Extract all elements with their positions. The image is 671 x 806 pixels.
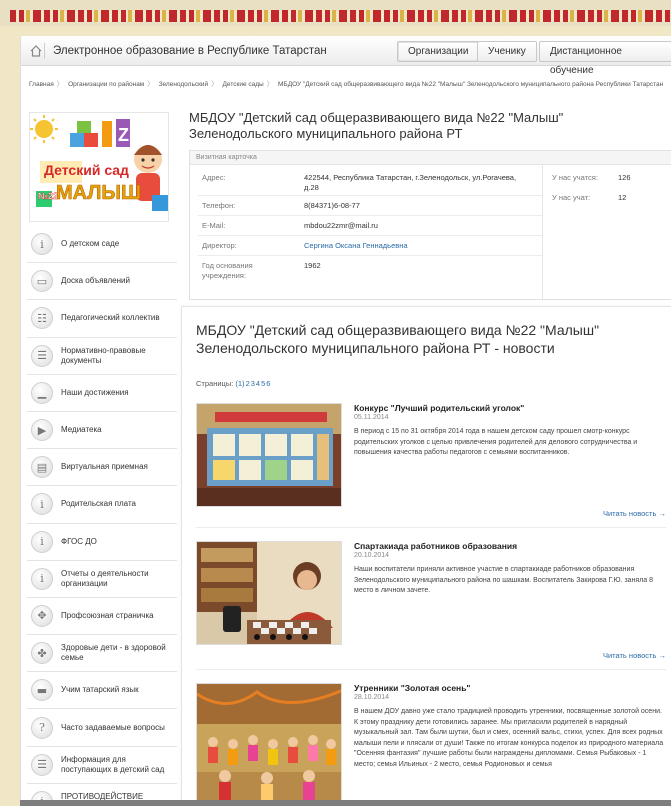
page-5[interactable]: 5 (261, 379, 265, 388)
question-icon: ? (31, 716, 53, 739)
news-section: МБДОУ "Детский сад общеразвивающего вида… (181, 306, 671, 806)
book-icon: ▬ (31, 679, 53, 702)
news-photo[interactable] (196, 541, 342, 645)
breadcrumb-by-district[interactable]: Организации по районам (68, 81, 144, 88)
page-1[interactable]: (1) (235, 379, 244, 388)
teachers-label: У нас учат: (552, 193, 591, 202)
founded-value: 1962 (304, 261, 321, 270)
news-item: Конкурс "Лучший родительский уголок" 05.… (196, 403, 666, 533)
home-icon[interactable] (29, 43, 45, 59)
sidebar-item-reports[interactable]: i Отчеты о деятельности организации (27, 561, 177, 598)
news-photo[interactable] (196, 403, 342, 507)
email-value[interactable]: mbdou22zmr@mail.ru (304, 221, 378, 231)
info-icon: i (31, 493, 53, 516)
news-item-text: В период с 15 по 31 октября 2014 года в … (354, 428, 638, 456)
svg-text:Z: Z (118, 125, 129, 145)
page-title: МБДОУ "Детский сад общеразвивающего вида… (189, 110, 564, 141)
bottom-bar (20, 800, 671, 806)
breadcrumb-kindergartens[interactable]: Детские сады (223, 81, 264, 88)
student-button[interactable]: Ученику (477, 41, 537, 62)
news-photo[interactable] (196, 683, 342, 806)
sidebar-item-staff[interactable]: ☷ Педагогический коллектив (27, 300, 177, 338)
news-item-date: 28.10.2014 (354, 694, 390, 701)
page-4[interactable]: 4 (256, 379, 260, 388)
news-item-text: В нашем ДОУ давно уже стало традицией пр… (354, 708, 664, 768)
sidebar-item-media[interactable]: ▶ Медиатека (27, 412, 177, 450)
news-item-date: 20.10.2014 (354, 552, 390, 559)
sidebar-item-union[interactable]: ✥ Профсоюзная страничка (27, 598, 177, 636)
news-item: Утренники "Золотая осень" 28.10.2014 В н… (196, 683, 666, 806)
sidebar-item-about[interactable]: iО детском саде (27, 226, 177, 264)
students-label: У нас учатся: (552, 173, 598, 182)
people-icon: ☷ (31, 307, 53, 330)
breadcrumb-home[interactable]: Главная (29, 81, 54, 88)
sidebar-item-health[interactable]: ✤ Здоровые дети - в здоровой семье (27, 635, 177, 673)
director-label: Директор: (202, 241, 237, 250)
pagination: Страницы: (1)23456 (196, 379, 271, 388)
sidebar-item-virtual-reception[interactable]: ▤ Виртуальная приемная (27, 449, 177, 487)
business-card: Визитная карточка Адрес: 422544, Республ… (189, 150, 671, 301)
director-link[interactable]: Сергина Оксана Геннадьевна (304, 241, 408, 251)
sidebar-item-faq[interactable]: ? Часто задаваемые вопросы (27, 709, 177, 747)
distance-learning-button[interactable]: Дистанционное обучение (539, 41, 671, 76)
top-bar: Электронное образование в Республике Тат… (21, 36, 671, 76)
sidebar-item-achievements[interactable]: ▁ Наши достижения (27, 375, 177, 412)
decorative-ornament-band (0, 0, 671, 26)
breadcrumb-current: МБДОУ "Детский сад общеразвивающего вида… (278, 81, 594, 88)
news-item-date: 05.11.2014 (354, 414, 389, 421)
address-label: Адрес: (202, 173, 226, 182)
sidebar-item-documents[interactable]: ☰ Нормативно-правовые документы (27, 338, 177, 375)
news-item-title[interactable]: Конкурс "Лучший родительский уголок" (354, 403, 664, 413)
info-icon: i (31, 567, 53, 590)
sidebar-item-parent-fee[interactable]: i Родительская плата (27, 486, 177, 524)
students-value: 126 (618, 173, 631, 182)
chart-icon: ▁ (31, 381, 53, 404)
info-icon: i (31, 530, 53, 553)
play-icon: ▶ (31, 419, 53, 442)
news-item-title[interactable]: Спартакиада работников образования (354, 541, 664, 551)
breadcrumb-current-cont: Республики Татарстан (595, 81, 664, 88)
organizations-button[interactable]: Организации (397, 41, 480, 62)
teachers-value: 12 (618, 193, 627, 202)
read-more-link[interactable]: Читать новость → (603, 651, 666, 660)
logo-text-1: Детский сад (44, 162, 129, 178)
sidebar-item-fgos[interactable]: i ФГОС ДО (27, 524, 177, 561)
logo-text-2: МАЛЫШ (56, 182, 141, 204)
page-sheet: Электронное образование в Республике Тат… (20, 36, 671, 806)
breadcrumb: Главная 〉 Организации по районам 〉 Зеленод… (29, 81, 664, 88)
news-item: Спартакиада работников образования 20.10… (196, 541, 666, 676)
sidebar-item-announcements[interactable]: ▭ Доска объявлений (27, 263, 177, 301)
card-header: Визитная карточка (190, 151, 671, 165)
board-icon: ▭ (31, 270, 53, 293)
chat-icon: ▤ (31, 456, 53, 479)
page-6[interactable]: 6 (266, 379, 270, 388)
news-title: МБДОУ "Детский сад общеразвивающего вида… (196, 322, 600, 356)
phone-value: 8(84371)6-08-77 (304, 201, 360, 210)
founded-label: Год основания учреждения: (202, 261, 253, 280)
union-icon: ✥ (31, 604, 53, 627)
sidebar-item-tatar[interactable]: ▬ Учим татарский язык (27, 672, 177, 710)
email-label: E-Mail: (202, 221, 226, 230)
sidebar-menu: iО детском саде ▭ Доска объявлений ☷ Педаг… (27, 226, 177, 806)
info-icon: i (31, 233, 53, 256)
breadcrumb-district[interactable]: Зеленодольский (159, 81, 209, 88)
page-3[interactable]: 3 (251, 379, 255, 388)
health-icon: ✤ (31, 642, 53, 665)
sidebar-item-admission[interactable]: ☰ Информация для поступающих в детский са… (27, 747, 177, 784)
kindergarten-logo[interactable]: Z Детский сад №22 МАЛЫШ (29, 112, 169, 222)
phone-label: Телефон: (202, 201, 236, 210)
read-more-link[interactable]: Читать новость → (603, 509, 666, 518)
page-2[interactable]: 2 (246, 379, 250, 388)
news-item-text: Наши воспитатели приняли активное участи… (354, 566, 654, 594)
site-title[interactable]: Электронное образование в Республике Тат… (53, 45, 327, 57)
news-item-title[interactable]: Утренники "Золотая осень" (354, 683, 664, 693)
document-icon: ☰ (31, 344, 53, 367)
document-icon: ☰ (31, 753, 53, 776)
pagination-label: Страницы: (196, 379, 234, 388)
address-value: 422544, Республика Татарстан, г.Зеленодо… (304, 173, 517, 192)
